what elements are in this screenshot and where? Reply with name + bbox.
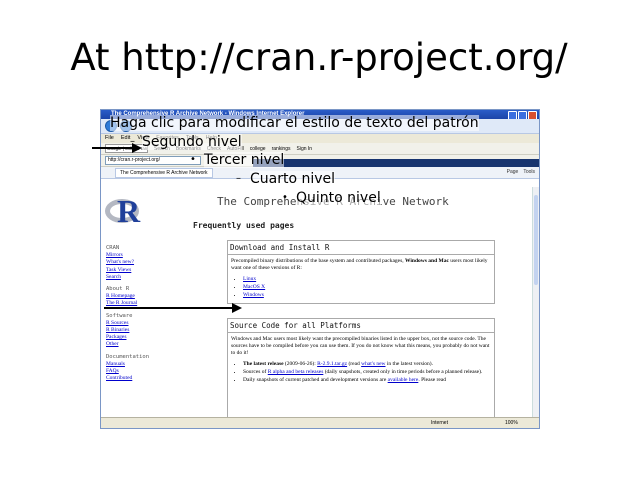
snapshots-link[interactable]: available here (388, 377, 419, 383)
menu-tools[interactable]: Tools (186, 134, 199, 143)
google-search-input[interactable]: Google | college rankings (105, 144, 148, 153)
navigation-bar (101, 119, 539, 134)
nav-link-task-views[interactable]: Task Views (106, 267, 154, 274)
vertical-scrollbar[interactable] (532, 187, 539, 417)
window-title: The Comprehensive R Archive Network - Wi… (111, 111, 305, 117)
nav-link-mirrors[interactable]: Mirrors (106, 252, 154, 259)
toolbar-rankings[interactable]: rankings (272, 146, 291, 152)
download-box-title: Download and Install R (228, 241, 494, 255)
nav-link-whats-new[interactable]: What's new? (106, 259, 154, 266)
menu-favorites[interactable]: Favorites (156, 134, 179, 143)
r-logo: R (105, 195, 145, 229)
nav-link-r-binaries[interactable]: R Binaries (106, 327, 154, 334)
menu-file[interactable]: File (105, 134, 114, 143)
close-icon[interactable] (528, 111, 537, 119)
nav-link-r-sources[interactable]: R Sources (106, 320, 154, 327)
latest-release-link[interactable]: R-2.9.1.tar.gz (317, 361, 347, 367)
whats-new-link[interactable]: what's new (361, 361, 385, 367)
status-zone: Internet (431, 420, 448, 426)
page-heading: The Comprehensive R Archive Network (217, 195, 449, 208)
nav-section-about: About R (106, 286, 130, 293)
nav-link-r-journal[interactable]: The R Journal (106, 300, 154, 307)
download-link-macosx[interactable]: MacOS X (243, 284, 265, 290)
toolbar-search[interactable]: Search (154, 146, 170, 152)
toolbar-autofill[interactable]: AutoFill (227, 146, 244, 152)
nav-section-software: Software (106, 312, 133, 319)
toolbar-check[interactable]: Check (207, 146, 221, 152)
side-navigation: CRAN Mirrors What's new? Task Views Sear… (106, 245, 154, 382)
toolbar-sign-in[interactable]: Sign In (297, 146, 313, 152)
nav-link-contributed[interactable]: Contributed (106, 375, 154, 382)
toolbar-college[interactable]: college (250, 146, 266, 152)
toolbar-bookmarks[interactable]: Bookmarks (176, 146, 201, 152)
maximize-icon[interactable] (518, 111, 527, 119)
nav-section-cran: CRAN (106, 245, 120, 251)
status-zoom[interactable]: 100% (505, 418, 518, 428)
nav-link-other[interactable]: Other (106, 341, 154, 348)
slide-title: At http://cran.r-project.org/ (70, 36, 568, 79)
menu-bar: File Edit View Favorites Tools Help (101, 134, 539, 143)
minimize-icon[interactable] (508, 111, 517, 119)
browser-window: The Comprehensive R Archive Network - Wi… (100, 109, 540, 429)
menu-edit[interactable]: Edit (121, 134, 130, 143)
tools-menu[interactable]: Tools (523, 169, 535, 175)
tab-bar: The Comprehensive R Archive Network Page… (101, 167, 539, 179)
tab-cran[interactable]: The Comprehensive R Archive Network (115, 167, 213, 178)
nav-link-manuals[interactable]: Manuals (106, 361, 154, 368)
menu-view[interactable]: View (137, 134, 149, 143)
tab-tools: Page Tools (507, 169, 535, 175)
download-link-windows[interactable]: Windows (243, 292, 264, 298)
back-icon[interactable] (105, 120, 117, 132)
status-bar: Internet 100% (101, 417, 539, 428)
nav-link-r-homepage[interactable]: R Homepage (106, 293, 154, 300)
source-box: Source Code for all Platforms Windows an… (227, 318, 495, 417)
nav-link-search[interactable]: Search (106, 274, 154, 281)
source-box-title: Source Code for all Platforms (228, 319, 494, 333)
window-controls (508, 111, 537, 119)
menu-help[interactable]: Help (206, 134, 217, 143)
nav-section-documentation: Documentation (106, 353, 150, 360)
nav-link-packages[interactable]: Packages (106, 334, 154, 341)
download-box: Download and Install R Precompiled binar… (227, 240, 495, 304)
window-titlebar: The Comprehensive R Archive Network - Wi… (101, 110, 539, 119)
alpha-beta-link[interactable]: R alpha and beta releases (268, 369, 324, 375)
frequently-used-heading: Frequently used pages (193, 221, 295, 230)
google-toolbar: Google | college rankings Search Bookmar… (101, 143, 539, 155)
download-box-body: Precompiled binary distributions of the … (228, 255, 494, 303)
page-menu[interactable]: Page (507, 169, 519, 175)
forward-icon[interactable] (120, 120, 132, 132)
download-link-linux[interactable]: Linux (243, 276, 256, 282)
page-content: R The Comprehensive R Archive Network Fr… (101, 187, 533, 417)
source-box-body: Windows and Mac users most likely want t… (228, 333, 494, 388)
address-input[interactable]: http://cran.r-project.org/ (105, 156, 201, 165)
nav-link-faqs[interactable]: FAQs (106, 368, 154, 375)
